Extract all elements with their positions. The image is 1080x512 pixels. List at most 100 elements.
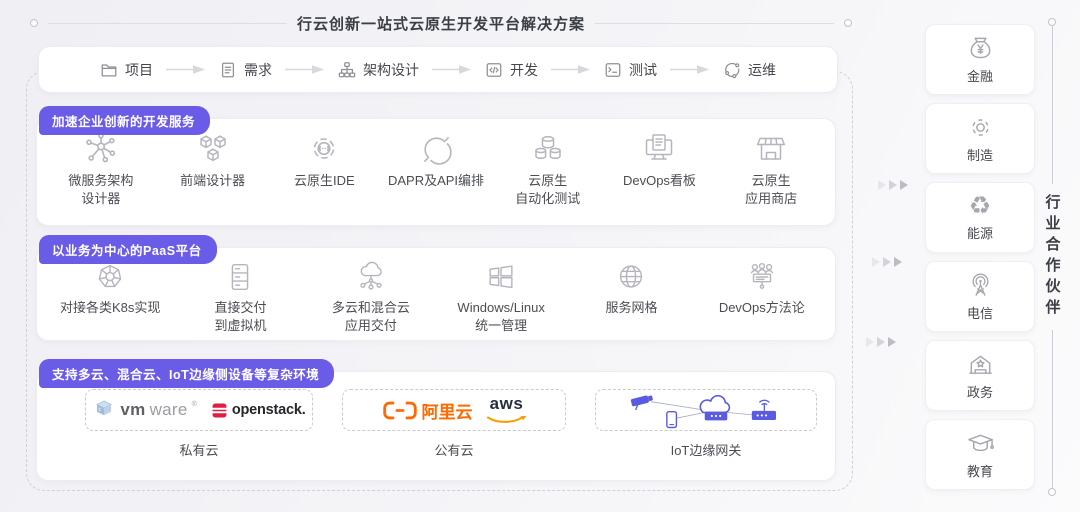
- vmware-cube-icon: [92, 398, 116, 422]
- paas-item-vm-delivery: 直接交付 到虚拟机: [175, 260, 305, 335]
- service-item-cloud-native-ide: 云原生IDE: [268, 131, 380, 190]
- flow-arrow-icon: [551, 64, 591, 75]
- autotest-database-icon: [530, 131, 566, 167]
- alibaba-cloud-text: 阿里云: [422, 398, 473, 423]
- workflow-step-project: 项目: [100, 60, 153, 80]
- workflow-step-label: 运维: [748, 60, 776, 80]
- flow-arrow-icon: [166, 64, 206, 75]
- alibaba-cloud-logo: 阿里云: [382, 398, 473, 423]
- manufacturing-icon: [967, 114, 994, 141]
- devops-board-icon: [641, 131, 677, 167]
- solution-diagram: 行云创新一站式云原生开发平台解决方案 项目 需求 架构设计 开发 测试: [0, 0, 1080, 512]
- flow-chevrons: [878, 180, 908, 190]
- openstack-logo: openstack.: [211, 402, 306, 419]
- service-item-label: 云原生 自动化测试: [515, 172, 580, 208]
- rail-line: [1052, 330, 1053, 488]
- service-mesh-globe-icon: [614, 260, 648, 294]
- vmware-reg-mark: ®: [192, 401, 197, 408]
- paas-item-multicloud: 多云和混合云 应用交付: [306, 260, 436, 335]
- env-private-cloud: vmware® openstack. 私有云: [85, 389, 313, 459]
- section-paas-platform: 以业务为中心的PaaS平台 对接各类K8s实现 直接交付 到虚拟机 多云和混合云…: [36, 247, 836, 341]
- service-item-microservice-designer: 微服务架构 设计器: [45, 131, 157, 208]
- line-endpoint-dot: [1048, 18, 1056, 26]
- k8s-helm-icon: [93, 260, 127, 294]
- paas-item-label: 多云和混合云 应用交付: [332, 299, 410, 335]
- workflow-step-label: 项目: [125, 60, 153, 80]
- windows-linux-icon: [484, 260, 518, 294]
- workflow-step-testing: 测试: [604, 60, 657, 80]
- industry-label: 金融: [967, 66, 993, 85]
- workflow-step-development: 开发: [485, 60, 538, 80]
- paas-item-devops-method: DevOps方法论: [697, 260, 827, 317]
- section-dev-services: 加速企业创新的开发服务 微服务架构 设计器 前端设计器 云原生IDE DAPR及…: [36, 118, 836, 226]
- industry-label: 教育: [967, 461, 993, 480]
- workflow-step-requirements: 需求: [219, 60, 272, 80]
- env-caption: 私有云: [179, 440, 218, 459]
- env-caption: 公有云: [434, 440, 473, 459]
- industry-card-government: 政务: [925, 340, 1035, 411]
- industry-card-energy: ♻ 能源: [925, 182, 1035, 253]
- service-item-app-store: 云原生 应用商店: [715, 131, 827, 208]
- workflow-step-label: 开发: [510, 60, 538, 80]
- government-icon: [967, 351, 994, 378]
- finance-icon: [967, 35, 994, 62]
- cloud-native-ide-icon: [306, 131, 342, 167]
- paas-item-label: DevOps方法论: [719, 299, 805, 317]
- industry-card-telecom: 电信: [925, 261, 1035, 332]
- title-divider-line: [595, 23, 834, 24]
- alibaba-cloud-mark-icon: [382, 400, 418, 421]
- partner-rail-title: 行业合作伙伴: [1042, 184, 1063, 330]
- app-store-icon: [753, 131, 789, 167]
- industry-card-finance: 金融: [925, 24, 1035, 95]
- section-badge: 加速企业创新的开发服务: [39, 106, 210, 135]
- workflow-step-label: 测试: [629, 60, 657, 80]
- line-endpoint-dot: [30, 19, 38, 27]
- flow-arrow-icon: [432, 64, 472, 75]
- cloud-icon: [700, 396, 729, 421]
- service-item-autotest: 云原生 自动化测试: [492, 131, 604, 208]
- service-item-label: 微服务架构 设计器: [68, 172, 133, 208]
- title-divider-line: [48, 23, 287, 24]
- industry-label: 能源: [967, 223, 993, 242]
- service-item-label: DevOps看板: [623, 172, 696, 190]
- service-item-label: 云原生IDE: [294, 172, 355, 190]
- industry-card-manufacturing: 制造: [925, 103, 1035, 174]
- aws-smile-icon: [487, 416, 527, 425]
- iot-gateway-box: [595, 389, 817, 431]
- paas-item-label: Windows/Linux 统一管理: [457, 299, 544, 335]
- page-title: 行云创新一站式云原生开发平台解决方案: [297, 13, 585, 34]
- paas-item-label: 直接交付 到虚拟机: [214, 299, 266, 335]
- industry-card-education: 教育: [925, 419, 1035, 490]
- industry-label: 政务: [967, 382, 993, 401]
- rail-line: [1052, 26, 1053, 184]
- public-cloud-logos-box: 阿里云 aws: [342, 389, 566, 431]
- telecom-icon: [967, 272, 994, 299]
- terminal-icon: [604, 61, 622, 79]
- iot-devices-graphic: [608, 390, 804, 430]
- line-endpoint-dot: [1048, 488, 1056, 496]
- openstack-mark-icon: [211, 402, 228, 419]
- document-icon: [219, 61, 237, 79]
- partner-rail: 行业合作伙伴: [1044, 18, 1060, 496]
- section-badge: 支持多云、混合云、IoT边缘侧设备等复杂环境: [39, 359, 334, 388]
- industry-label: 电信: [967, 303, 993, 322]
- service-item-frontend-designer: 前端设计器: [157, 131, 269, 190]
- router-icon: [752, 400, 776, 420]
- frontend-designer-icon: [195, 131, 231, 167]
- paas-item-label: 对接各类K8s实现: [60, 299, 160, 317]
- flow-chevrons: [872, 257, 902, 267]
- dapr-api-icon: [418, 131, 454, 167]
- microservice-architecture-icon: [83, 131, 119, 167]
- aws-logo: aws: [487, 395, 527, 425]
- line-endpoint-dot: [844, 19, 852, 27]
- service-item-dapr-api: DAPR及API编排: [380, 131, 492, 190]
- private-cloud-logos-box: vmware® openstack.: [85, 389, 313, 431]
- sitemap-icon: [338, 61, 356, 79]
- service-item-label: 前端设计器: [180, 172, 245, 190]
- vmware-text-bold: vm: [120, 400, 145, 420]
- workflow-card: 项目 需求 架构设计 开发 测试 运维: [38, 46, 838, 93]
- industry-sidebar: 金融 制造 ♻ 能源 电信 政务 教育: [925, 24, 1035, 490]
- paas-item-windows-linux: Windows/Linux 统一管理: [436, 260, 566, 335]
- workflow-step-label: 架构设计: [363, 60, 419, 80]
- section-environments: 支持多云、混合云、IoT边缘侧设备等复杂环境 vmware® openstack…: [36, 371, 836, 481]
